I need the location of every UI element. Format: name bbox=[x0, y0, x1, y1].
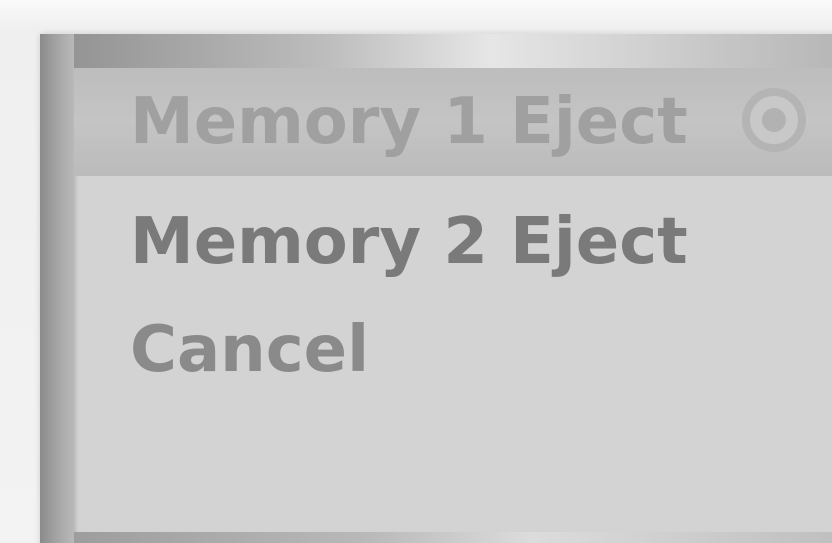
menu-item-memory-1-eject[interactable]: Memory 1 Eject bbox=[74, 68, 832, 176]
menu-item-label: Memory 2 Eject bbox=[130, 205, 688, 279]
screen: Memory 1 Eject Memory 2 Eject Cancel bbox=[0, 0, 832, 543]
menu-item-cancel[interactable]: Cancel bbox=[74, 296, 832, 404]
menu-item-label: Cancel bbox=[130, 313, 369, 387]
radio-selected-icon bbox=[742, 88, 806, 152]
menu-item-label: Memory 1 Eject bbox=[130, 85, 688, 159]
menu-item-memory-2-eject[interactable]: Memory 2 Eject bbox=[74, 188, 832, 296]
eject-menu: Memory 1 Eject Memory 2 Eject Cancel bbox=[74, 68, 832, 532]
